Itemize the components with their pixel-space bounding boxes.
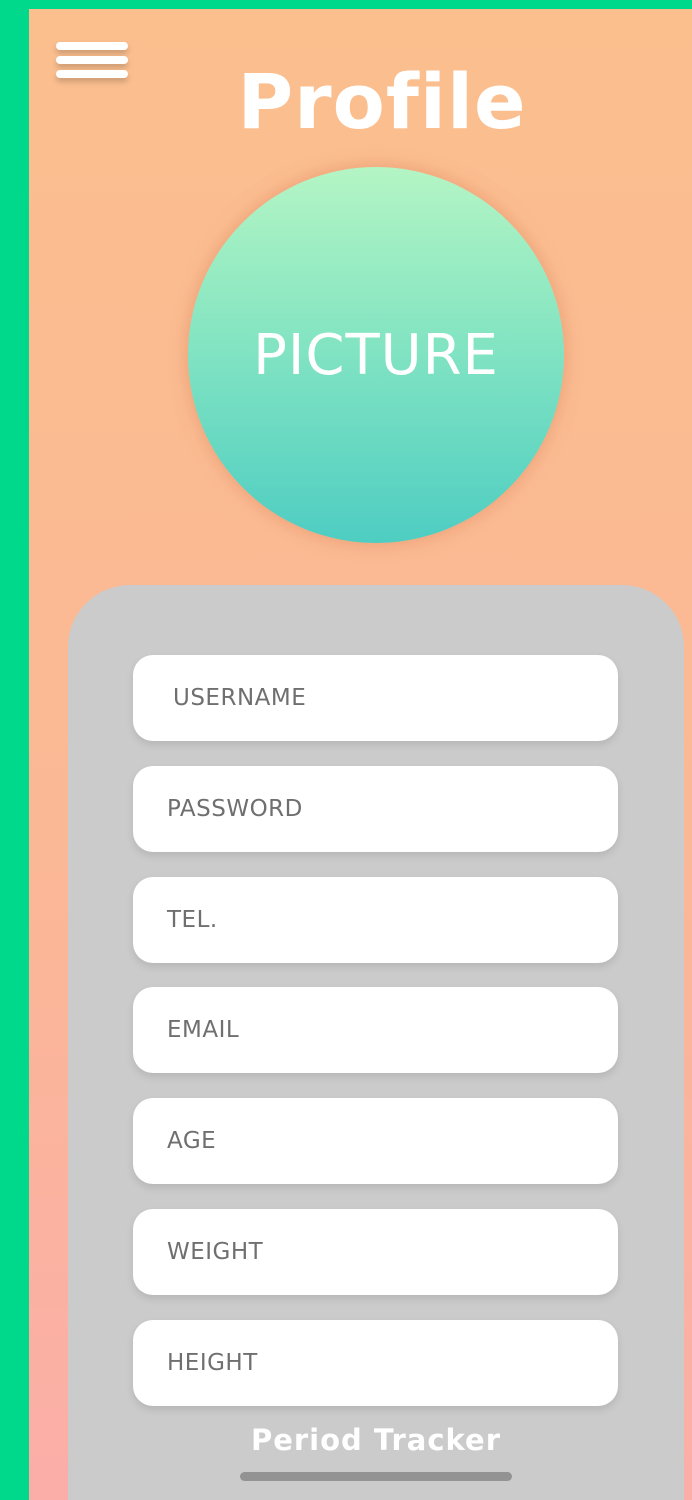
height-field[interactable]: HEIGHT — [133, 1320, 618, 1406]
password-field[interactable]: PASSWORD — [133, 766, 618, 852]
app-name-label: Period Tracker — [250, 1423, 502, 1457]
menu-bar-top — [56, 42, 128, 50]
profile-picture-label: PICTURE — [253, 322, 499, 388]
profile-picture[interactable]: PICTURE — [188, 167, 564, 543]
profile-form-panel: USERNAME PASSWORD TEL. EMAIL AGE WEIGHT … — [68, 585, 684, 1500]
email-field[interactable]: EMAIL — [133, 987, 618, 1073]
weight-field[interactable]: WEIGHT — [133, 1209, 618, 1295]
page-title: Profile — [237, 57, 527, 146]
home-indicator[interactable] — [240, 1472, 512, 1481]
age-field[interactable]: AGE — [133, 1098, 618, 1184]
profile-screen: Profile PICTURE USERNAME PASSWORD TEL. E… — [29, 9, 692, 1500]
username-field[interactable]: USERNAME — [133, 655, 618, 741]
tel-field[interactable]: TEL. — [133, 877, 618, 963]
